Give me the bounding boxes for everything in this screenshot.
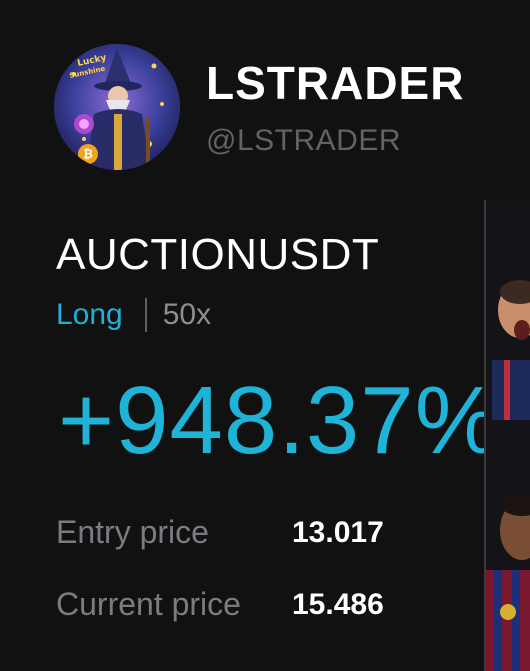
entry-price-value: 13.017 — [292, 516, 384, 549]
user-handle: @LSTRADER — [206, 124, 401, 157]
leverage: 50x — [162, 298, 212, 331]
trading-pair: AUCTIONUSDT — [56, 230, 380, 279]
player-photos-image — [486, 200, 530, 671]
separator — [144, 298, 147, 332]
position-info: Long 50x — [56, 298, 211, 332]
current-price-value: 15.486 — [292, 588, 384, 621]
current-price-label: Current price — [56, 586, 241, 622]
pnl-percentage: +948.37% — [58, 367, 502, 474]
wizard-avatar-image: ₿ Lucky Sunshine — [54, 44, 180, 170]
svg-text:₿: ₿ — [83, 147, 93, 161]
position-side: Long — [56, 298, 123, 331]
entry-price-label: Entry price — [56, 514, 209, 550]
username: LSTRADER — [206, 57, 465, 109]
promo-image-strip — [486, 200, 530, 671]
avatar: ₿ Lucky Sunshine — [54, 44, 180, 170]
